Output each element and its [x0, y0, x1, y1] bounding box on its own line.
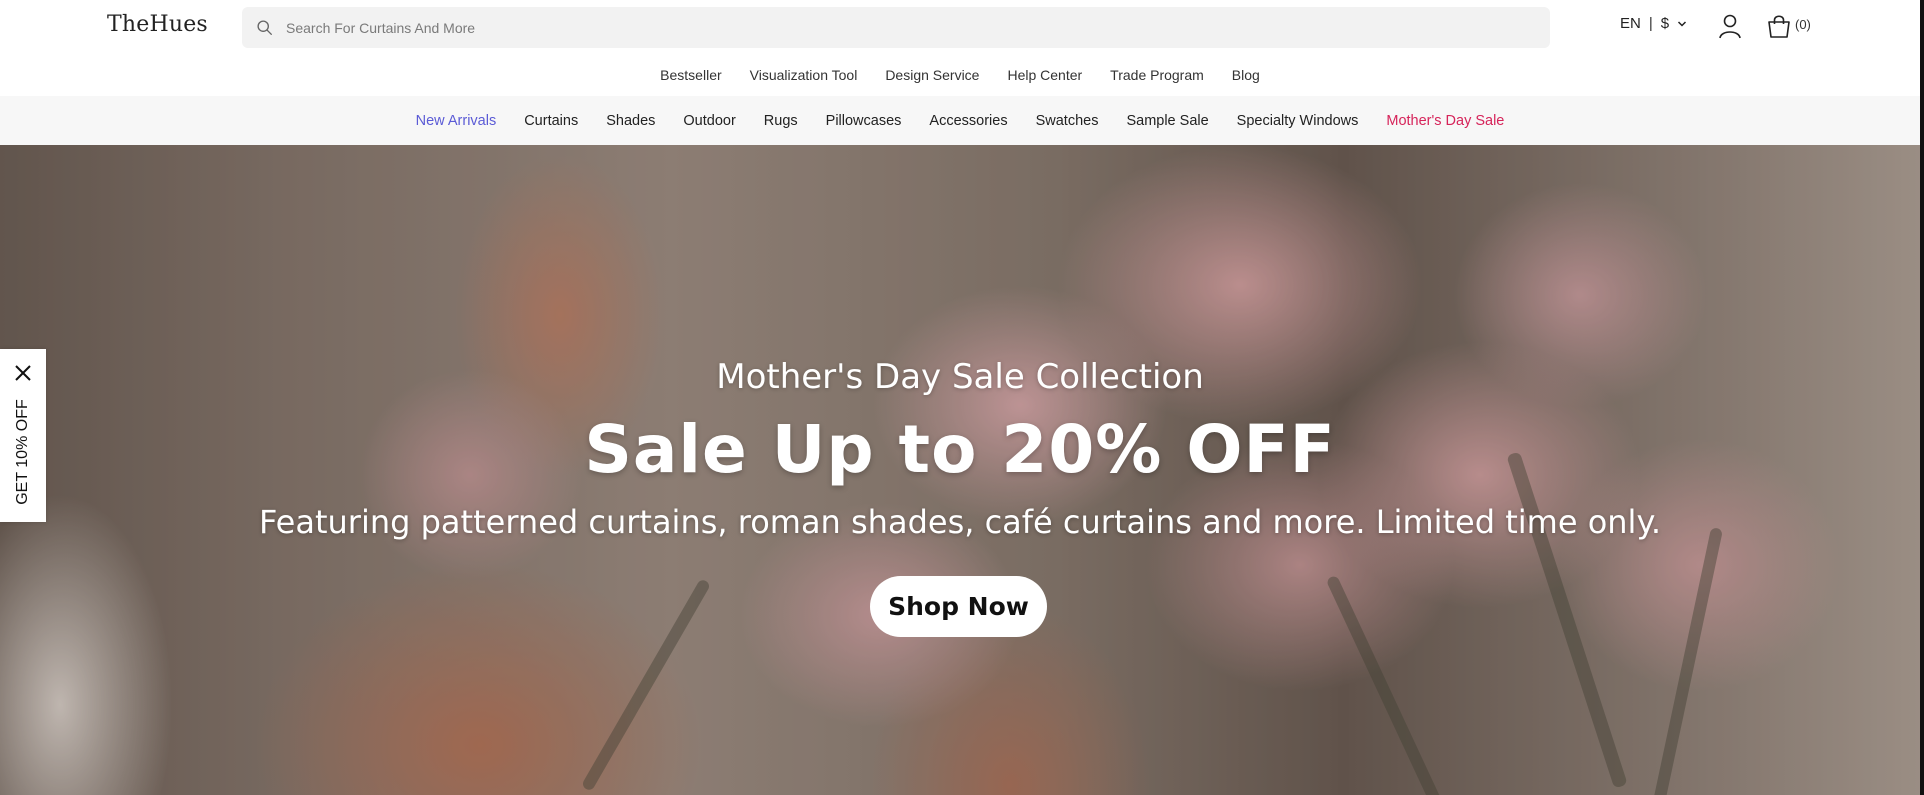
search-icon — [257, 20, 272, 35]
cart-count[interactable]: (0) — [1795, 17, 1811, 32]
nav-visualization-tool[interactable]: Visualization Tool — [750, 67, 858, 83]
nav-blog[interactable]: Blog — [1232, 67, 1260, 83]
category-sample-sale[interactable]: Sample Sale — [1126, 113, 1208, 129]
window-edge — [1920, 0, 1924, 795]
hero-content: Mother's Day Sale Collection Sale Up to … — [0, 145, 1920, 795]
category-mothers-day-sale[interactable]: Mother's Day Sale — [1386, 113, 1504, 129]
locale-divider: | — [1648, 15, 1653, 32]
shop-now-button[interactable]: Shop Now — [870, 576, 1047, 637]
discount-tab-label[interactable]: GET 10% OFF — [14, 399, 32, 505]
top-header: TheHues EN | $ (0) — [0, 0, 1920, 54]
category-outdoor[interactable]: Outdoor — [683, 113, 735, 129]
currency-label: $ — [1660, 15, 1670, 32]
hero-description: Featuring patterned curtains, roman shad… — [259, 503, 1661, 541]
category-curtains[interactable]: Curtains — [524, 113, 578, 129]
close-icon[interactable] — [13, 363, 33, 383]
page: TheHues EN | $ (0) Bestseller — [0, 0, 1920, 795]
search-input[interactable] — [286, 7, 1526, 48]
hero-subtitle: Mother's Day Sale Collection — [716, 357, 1204, 397]
chevron-down-icon — [1678, 20, 1687, 27]
nav-help-center[interactable]: Help Center — [1007, 67, 1082, 83]
category-new-arrivals[interactable]: New Arrivals — [416, 113, 497, 129]
discount-side-tab[interactable]: GET 10% OFF — [0, 349, 46, 522]
account-icon[interactable] — [1718, 13, 1742, 39]
shopping-bag-icon[interactable] — [1766, 13, 1792, 39]
category-specialty-windows[interactable]: Specialty Windows — [1237, 113, 1359, 129]
category-swatches[interactable]: Swatches — [1036, 113, 1099, 129]
locale-selector[interactable]: EN | $ — [1620, 15, 1687, 32]
category-accessories[interactable]: Accessories — [929, 113, 1007, 129]
secondary-nav: Bestseller Visualization Tool Design Ser… — [0, 54, 1920, 96]
category-pillowcases[interactable]: Pillowcases — [826, 113, 902, 129]
nav-design-service[interactable]: Design Service — [885, 67, 979, 83]
nav-bestseller[interactable]: Bestseller — [660, 67, 721, 83]
site-logo[interactable]: TheHues — [107, 12, 208, 37]
search-bar[interactable] — [242, 7, 1550, 48]
hero-banner: Mother's Day Sale Collection Sale Up to … — [0, 145, 1920, 795]
category-rugs[interactable]: Rugs — [764, 113, 798, 129]
nav-trade-program[interactable]: Trade Program — [1110, 67, 1204, 83]
category-shades[interactable]: Shades — [606, 113, 655, 129]
hero-title: Sale Up to 20% OFF — [584, 411, 1336, 488]
category-nav: New Arrivals Curtains Shades Outdoor Rug… — [0, 96, 1920, 145]
language-label: EN — [1620, 15, 1641, 32]
